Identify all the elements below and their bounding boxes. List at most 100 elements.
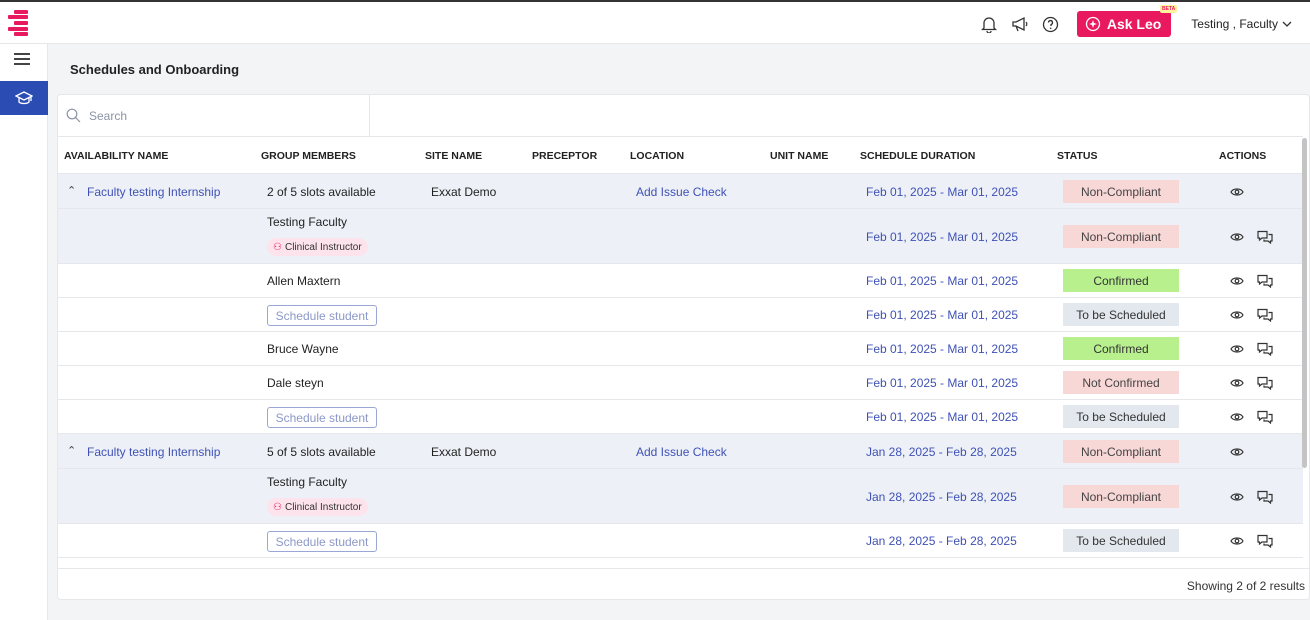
chat-icon[interactable] [1257,410,1273,425]
help-icon[interactable] [1040,13,1062,35]
schedule-duration: Feb 01, 2025 - Mar 01, 2025 [866,308,1019,322]
schedule-student-button[interactable]: Schedule student [267,531,377,552]
schedule-duration: Feb 01, 2025 - Mar 01, 2025 [866,274,1019,288]
schedules-table-card: AVAILABILITY NAME GROUP MEMBERS SITE NAM… [57,94,1310,600]
status-badge: Confirmed [1063,337,1179,360]
member-row: Bruce Wayne Feb 01, 2025 - Mar 01, 2025 Co… [58,332,1303,366]
side-rail [0,44,48,620]
status-badge: To be Scheduled [1063,405,1179,428]
role-label: Clinical Instructor [284,501,362,513]
status-badge: Non-Compliant [1063,180,1179,203]
status-badge: Confirmed [1063,269,1179,292]
page-title: Schedules and Onboarding [70,62,240,77]
beta-badge: BETA [1160,5,1178,13]
location-link[interactable]: Add Issue Check [636,445,727,459]
col-schedule-duration[interactable]: SCHEDULE DURATION [860,150,975,162]
instructor-icon: ⚇ [273,501,282,513]
schedule-duration: Feb 01, 2025 - Mar 01, 2025 [866,185,1019,199]
member-row: Allen Maxtern Feb 01, 2025 - Mar 01, 2025… [58,264,1303,298]
schedule-student-button[interactable]: Schedule student [267,305,377,326]
chat-icon[interactable] [1257,308,1273,323]
chat-icon[interactable] [1257,490,1273,505]
eye-icon[interactable] [1230,343,1246,357]
availability-name-link[interactable]: Faculty testing Internship [87,185,220,199]
col-location[interactable]: LOCATION [630,150,684,162]
chat-icon[interactable] [1257,376,1273,391]
schedule-student-button[interactable]: Schedule student [267,407,377,428]
status-badge: To be Scheduled [1063,529,1179,552]
schedule-duration: Feb 01, 2025 - Mar 01, 2025 [866,230,1019,244]
col-group-members[interactable]: GROUP MEMBERS [261,150,356,162]
search-icon [66,108,81,123]
eye-icon[interactable] [1230,411,1246,425]
slots-available: 5 of 5 slots available [267,445,376,459]
eye-icon[interactable] [1230,535,1246,549]
chat-icon[interactable] [1257,534,1273,549]
eye-icon[interactable] [1230,309,1246,323]
top-bar: Ask Leo BETA Testing , Faculty [0,0,1310,44]
member-row: Testing Faculty ⚇ Clinical Instructor Feb 0… [58,209,1303,264]
schedule-duration: Jan 28, 2025 - Feb 28, 2025 [866,490,1017,504]
schedule-duration: Jan 28, 2025 - Feb 28, 2025 [866,534,1017,548]
role-badge: ⚇ Clinical Instructor [267,238,368,256]
schedule-duration: Feb 01, 2025 - Mar 01, 2025 [866,342,1019,356]
location-link[interactable]: Add Issue Check [636,185,727,199]
eye-icon[interactable] [1230,491,1246,505]
col-availability-name[interactable]: AVAILABILITY NAME [64,150,168,162]
chevron-down-icon [1282,21,1292,27]
status-badge: Non-Compliant [1063,440,1179,463]
col-unit-name[interactable]: UNIT NAME [770,150,828,162]
bell-icon[interactable] [978,13,1000,35]
app-logo[interactable] [8,10,30,36]
col-preceptor[interactable]: PRECEPTOR [532,150,597,162]
chat-icon[interactable] [1257,342,1273,357]
table-header: AVAILABILITY NAME GROUP MEMBERS SITE NAM… [58,136,1303,174]
role-label: Clinical Instructor [284,241,362,253]
status-badge: Non-Compliant [1063,485,1179,508]
hamburger-menu-icon[interactable] [14,53,32,67]
status-badge: To be Scheduled [1063,303,1179,326]
eye-icon[interactable] [1230,446,1246,460]
megaphone-icon[interactable] [1009,13,1031,35]
graduation-cap-icon [15,91,33,105]
site-name: Exxat Demo [431,445,497,459]
sparkle-icon [1085,16,1100,32]
eye-icon[interactable] [1230,275,1246,289]
chat-icon[interactable] [1257,230,1273,245]
schedule-duration: Jan 28, 2025 - Feb 28, 2025 [866,445,1017,459]
member-row: Dale steyn Feb 01, 2025 - Mar 01, 2025 Not… [58,366,1303,400]
member-row: Schedule student Feb 01, 2025 - Mar 01, 2… [58,400,1303,434]
availability-name-link[interactable]: Faculty testing Internship [87,445,220,459]
col-actions: ACTIONS [1219,150,1267,162]
user-name: Testing , Faculty [1191,17,1278,31]
slots-available: 2 of 5 slots available [267,185,376,199]
eye-icon[interactable] [1230,186,1246,200]
table-body: ⌃ Faculty testing Internship 2 of 5 slots … [58,174,1303,568]
eye-icon[interactable] [1230,377,1246,391]
member-name: Allen Maxtern [267,274,341,288]
col-status[interactable]: STATUS [1057,150,1097,162]
schedule-duration: Feb 01, 2025 - Mar 01, 2025 [866,410,1019,424]
eye-icon[interactable] [1230,231,1246,245]
search-box [58,95,370,136]
member-row: Schedule student Feb 01, 2025 - Mar 01, 2… [58,298,1303,332]
member-name: Bruce Wayne [267,342,339,356]
user-menu[interactable]: Testing , Faculty [1191,17,1292,31]
member-row: Schedule student Jan 28, 2025 - Feb 28, 2… [58,524,1303,558]
col-site-name[interactable]: SITE NAME [425,150,482,162]
collapse-chevron-icon[interactable]: ⌃ [67,444,76,457]
group-row: ⌃ Faculty testing Internship 5 of 5 slots … [58,434,1303,469]
chat-icon[interactable] [1257,274,1273,289]
member-name: Testing Faculty [267,215,348,229]
member-name: Testing Faculty [267,475,348,489]
role-badge: ⚇ Clinical Instructor [267,498,368,516]
ask-leo-button[interactable]: Ask Leo BETA [1076,5,1178,37]
table-scrollbar[interactable] [1302,138,1307,468]
member-row: Testing Faculty ⚇ Clinical Instructor Jan 2… [58,469,1303,524]
search-input[interactable] [89,108,309,123]
ask-leo-label: Ask Leo [1106,16,1162,32]
status-badge: Non-Compliant [1063,225,1179,248]
site-name: Exxat Demo [431,185,497,199]
nav-item-schedules[interactable] [0,81,48,115]
collapse-chevron-icon[interactable]: ⌃ [67,184,76,197]
